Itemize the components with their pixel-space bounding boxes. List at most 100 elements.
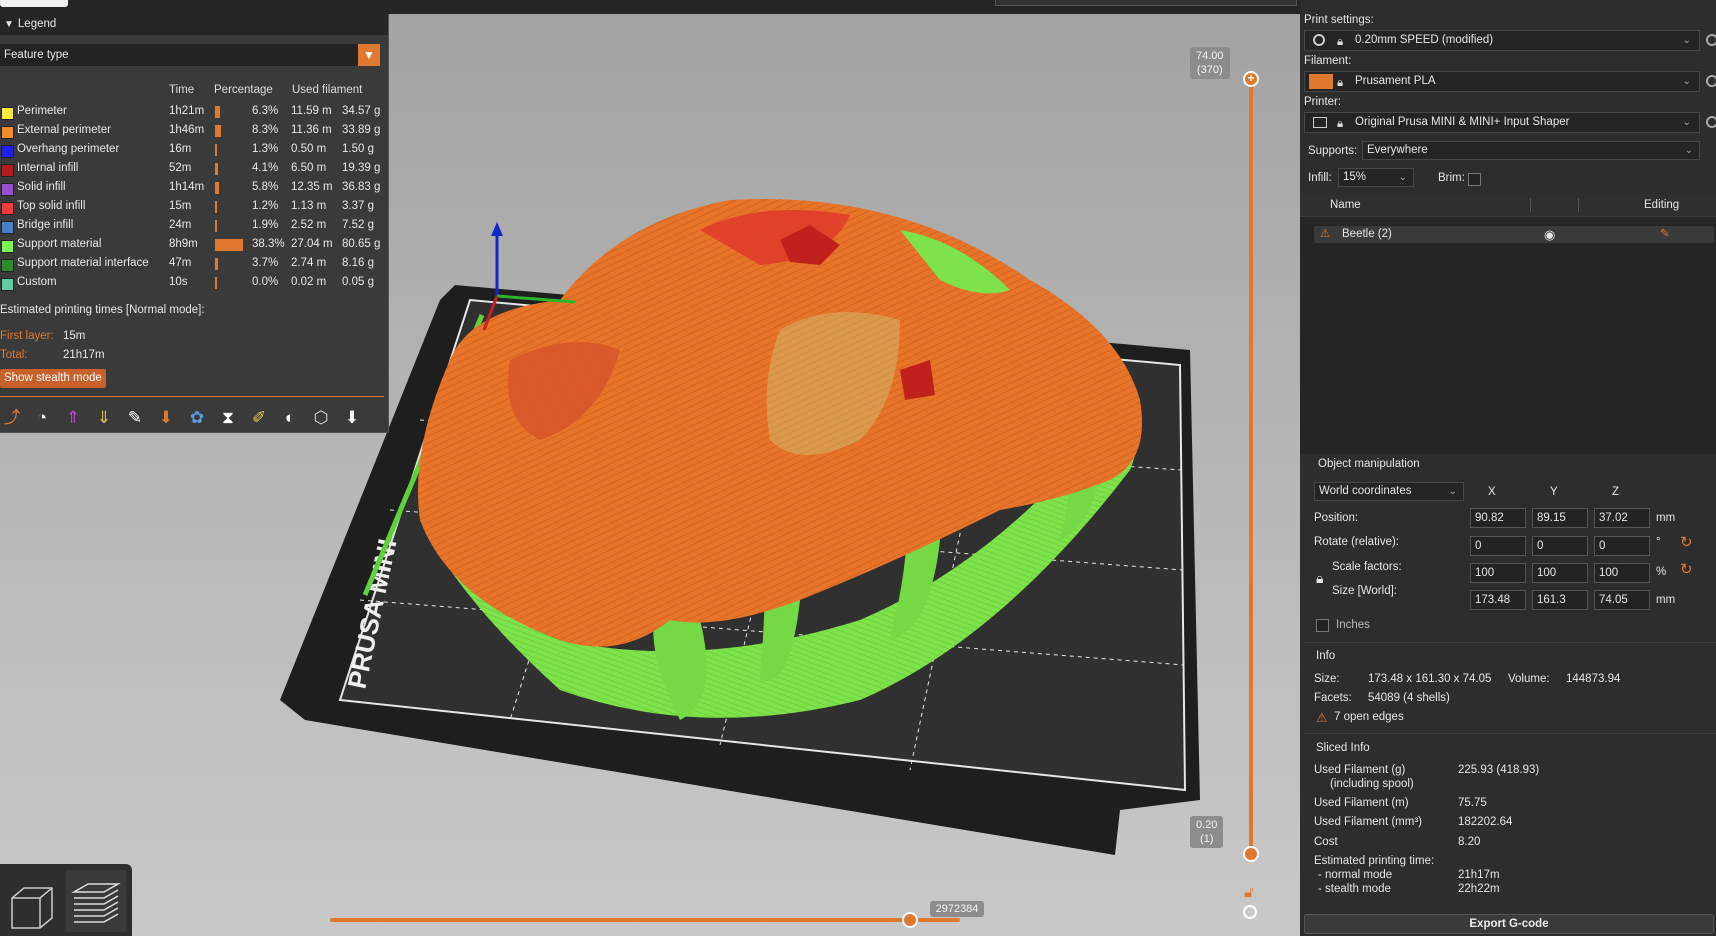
- color-changes-icon[interactable]: ✿: [185, 406, 209, 430]
- legend-row[interactable]: Support material interface 47m 3.7% 2.74 m 8…: [0, 255, 388, 274]
- pause-prints-icon[interactable]: ⧗: [216, 406, 240, 430]
- legend-row[interactable]: Solid infill 1h14m 5.8% 12.35 m 36.83 g: [0, 179, 388, 198]
- rotate-unit: °: [1656, 536, 1661, 548]
- moves-slider-track[interactable]: [330, 918, 960, 922]
- position-y-input[interactable]: 89.15: [1532, 508, 1588, 528]
- deretractions-icon[interactable]: ⇓: [92, 406, 116, 430]
- layer-slider-track[interactable]: [1249, 79, 1253, 855]
- scale-y-input[interactable]: 100: [1532, 563, 1588, 583]
- editing-column-header[interactable]: Editing: [1644, 194, 1679, 216]
- export-gcode-button[interactable]: Export G-code: [1304, 914, 1714, 934]
- legend-row[interactable]: Bridge infill 24m 1.9% 2.52 m 7.52 g: [0, 217, 388, 236]
- info-facets-value: 54089 (4 shells): [1368, 692, 1450, 704]
- travel-icon[interactable]: ⤴: [0, 406, 24, 430]
- filament-color-swatch[interactable]: [1309, 74, 1333, 89]
- lock-icon[interactable]: 🔒︎: [1316, 570, 1323, 587]
- legend-title: Legend: [17, 18, 57, 30]
- chevron-down-icon: ⌄: [1682, 35, 1691, 46]
- stealth-mode-value: 22h22m: [1458, 883, 1500, 895]
- view-toggle-panel: [0, 864, 132, 936]
- scale-unit: %: [1656, 566, 1667, 578]
- filament-combo[interactable]: 🔒︎ Prusament PLA ⌄: [1304, 71, 1700, 92]
- size-y-input[interactable]: 161.3: [1532, 590, 1588, 610]
- first-layer-value: 15m: [63, 330, 86, 342]
- feature-time: 1h46m: [169, 124, 205, 136]
- col-header-percentage: Percentage: [214, 84, 273, 96]
- feature-mass: 0.05 g: [342, 276, 374, 288]
- edit-icon[interactable]: ✎: [1660, 226, 1670, 243]
- coordinate-system-combo[interactable]: World coordinates ⌄: [1314, 482, 1464, 501]
- inches-checkbox[interactable]: [1316, 619, 1329, 632]
- percentage-bar: [215, 106, 220, 118]
- size-z-input[interactable]: 74.05: [1594, 590, 1650, 610]
- reset-rotation-icon[interactable]: ↻: [1680, 533, 1693, 551]
- position-x-input[interactable]: 90.82: [1470, 508, 1526, 528]
- lock-icon[interactable]: 🔓︎: [1244, 884, 1254, 901]
- brim-checkbox[interactable]: [1468, 173, 1481, 186]
- est-time-label: Estimated printing time:: [1314, 855, 1435, 867]
- preview-layers-icon[interactable]: [66, 870, 126, 932]
- show-stealth-mode-button[interactable]: Show stealth mode: [0, 369, 106, 388]
- printer-icon: [1313, 117, 1327, 128]
- settings-cog-icon[interactable]: [1243, 905, 1257, 919]
- name-column-header[interactable]: Name: [1330, 194, 1361, 216]
- upper-thumb-plus-icon[interactable]: +: [1243, 71, 1259, 87]
- lower-thumb[interactable]: [1243, 846, 1259, 862]
- tool-changes-icon[interactable]: ⬇: [154, 406, 178, 430]
- filament-value: Prusament PLA: [1355, 75, 1436, 87]
- stealth-mode-label: - stealth mode: [1318, 883, 1391, 895]
- search-input[interactable]: [995, 0, 1297, 6]
- feature-name: Internal infill: [17, 162, 79, 174]
- legend-row[interactable]: Perimeter 1h21m 6.3% 11.59 m 34.57 g: [0, 103, 388, 122]
- legend-row[interactable]: Custom 10s 0.0% 0.02 m 0.05 g: [0, 274, 388, 293]
- rotate-y-input[interactable]: 0: [1532, 536, 1588, 556]
- infill-combo[interactable]: 15% ⌄: [1338, 168, 1414, 187]
- shells-icon[interactable]: ⬡: [309, 406, 333, 430]
- tool-marker-icon[interactable]: ⬇: [340, 406, 364, 430]
- legend-row[interactable]: Overhang perimeter 16m 1.3% 0.50 m 1.50 g: [0, 141, 388, 160]
- gear-icon[interactable]: [1706, 116, 1716, 128]
- legend-row[interactable]: Top solid infill 15m 1.2% 1.13 m 3.37 g: [0, 198, 388, 217]
- used-filament-m-value: 75.75: [1458, 797, 1487, 809]
- gear-icon[interactable]: [1706, 75, 1716, 87]
- used-filament-mm3-value: 182202.64: [1458, 816, 1513, 828]
- supports-combo[interactable]: Everywhere ⌄: [1362, 141, 1700, 160]
- scale-x-input[interactable]: 100: [1470, 563, 1526, 583]
- 3d-view-cube-icon[interactable]: [2, 870, 62, 932]
- feature-length: 2.52 m: [291, 219, 327, 231]
- custom-gcodes-icon[interactable]: ✐: [247, 406, 271, 430]
- wipe-icon[interactable]: ◔: [30, 406, 54, 430]
- printer-combo[interactable]: 🔒︎ Original Prusa MINI & MINI+ Input Sha…: [1304, 112, 1700, 133]
- feature-time: 1h21m: [169, 105, 205, 117]
- cost-label: Cost: [1314, 836, 1338, 848]
- object-row-beetle[interactable]: ⚠ Beetle (2) ◉ ✎: [1314, 226, 1714, 243]
- size-x-input[interactable]: 173.48: [1470, 590, 1526, 610]
- retractions-icon[interactable]: ⇑: [61, 406, 85, 430]
- legend-row[interactable]: Support material 8h9m 38.3% 27.04 m 80.65 g: [0, 236, 388, 255]
- center-of-gravity-icon[interactable]: ◐: [278, 406, 302, 430]
- moves-slider-thumb[interactable]: [901, 912, 918, 928]
- collapse-triangle-icon[interactable]: ▼: [4, 19, 14, 30]
- inches-label: Inches: [1336, 619, 1370, 631]
- legend-row[interactable]: Internal infill 52m 4.1% 6.50 m 19.39 g: [0, 160, 388, 179]
- reset-scale-icon[interactable]: ↻: [1680, 560, 1693, 578]
- scale-z-input[interactable]: 100: [1594, 563, 1650, 583]
- feature-name: Support material interface: [17, 257, 149, 269]
- feature-time: 16m: [169, 143, 192, 155]
- gear-icon[interactable]: [1706, 34, 1716, 46]
- rotate-x-input[interactable]: 0: [1470, 536, 1526, 556]
- rotate-z-input[interactable]: 0: [1594, 536, 1650, 556]
- position-z-input[interactable]: 37.02: [1594, 508, 1650, 528]
- print-settings-combo[interactable]: 🔒︎ 0.20mm SPEED (modified) ⌄: [1304, 30, 1700, 51]
- object-manipulation-title: Object manipulation: [1318, 458, 1420, 470]
- bottom-layer-height: 0.20: [1196, 819, 1218, 831]
- legend-header[interactable]: ▼ Legend: [0, 14, 388, 35]
- color-swatch: [1, 145, 14, 158]
- eye-icon[interactable]: ◉: [1544, 226, 1555, 243]
- view-type-combo[interactable]: Feature type ▼: [0, 44, 380, 66]
- seams-icon[interactable]: ✎: [123, 406, 147, 430]
- active-tab[interactable]: [0, 0, 68, 7]
- open-edges-text: 7 open edges: [1334, 711, 1404, 723]
- chevron-down-icon[interactable]: ▼: [358, 44, 380, 66]
- legend-row[interactable]: External perimeter 1h46m 8.3% 11.36 m 33.89 …: [0, 122, 388, 141]
